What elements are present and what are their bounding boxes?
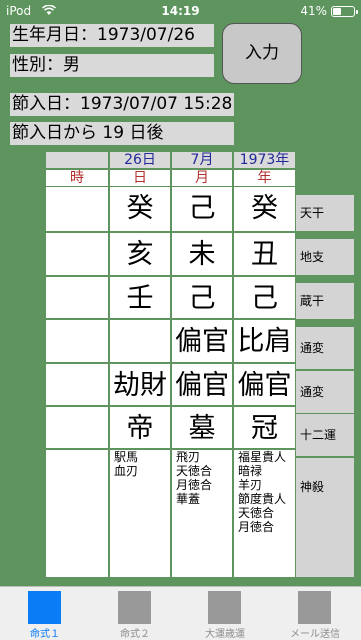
- shinsatsu-day: 駅馬 血刃: [114, 450, 139, 478]
- tenkan-hour: [46, 187, 108, 231]
- zoukan-day: 壬: [126, 283, 154, 314]
- juuniun-hour: [46, 407, 108, 451]
- chishi-month: 未: [188, 239, 216, 270]
- pillar-header-month: 月: [172, 170, 232, 186]
- row-label-juuniun: 十二運: [296, 414, 354, 456]
- tsuhen2-year: 偏官: [237, 370, 292, 401]
- square-tab-icon: [208, 591, 241, 624]
- grid-line: [108, 187, 110, 577]
- input-button[interactable]: 入力: [222, 23, 302, 84]
- tab-label: メール送信: [290, 629, 340, 640]
- zoukan-hour: [46, 277, 108, 321]
- date-header-month: 7月: [172, 152, 232, 168]
- status-bar: iPod 14:19 41%: [0, 0, 361, 22]
- tab-mail[interactable]: メール送信: [270, 587, 360, 640]
- birth-date-label: 生年月日：1973/07/26: [10, 24, 214, 47]
- tab-label: 大運歳運: [205, 629, 245, 640]
- tsuhen1-day: [110, 320, 170, 364]
- tenkan-day: 癸: [126, 193, 154, 224]
- juuniun-day: 帝: [126, 413, 154, 444]
- chishi-year: 丑: [251, 239, 278, 270]
- row-label-tsuhen1: 通変: [296, 327, 354, 369]
- row-label-zoukan: 蔵干: [296, 283, 354, 319]
- tab-meishiki2[interactable]: 命式２: [90, 587, 180, 640]
- tsuhen2-day: 劫財: [113, 370, 167, 401]
- date-header-year: 1973年: [234, 152, 295, 168]
- juuniun-month: 墓: [188, 413, 216, 444]
- square-tab-icon: [28, 591, 61, 624]
- tab-taiun[interactable]: 大運歳運: [180, 587, 270, 640]
- grid-line: [170, 187, 172, 577]
- setsunyu-date-label: 節入日：1973/07/07 15:28: [10, 93, 234, 116]
- row-label-tsuhen2: 通変: [296, 371, 354, 413]
- sex-label: 性別：男: [10, 54, 214, 77]
- zoukan-month: 己: [188, 283, 216, 314]
- tsuhen2-hour: [46, 364, 108, 408]
- tsuhen1-month: 偏官: [175, 326, 229, 357]
- tenkan-year: 癸: [251, 193, 278, 224]
- tab-meishiki1[interactable]: 命式１: [0, 587, 90, 640]
- battery-percent: 41%: [300, 4, 327, 18]
- tsuhen1-hour: [46, 320, 108, 364]
- shinsatsu-month: 飛刃 天徳合 月徳合 華蓋: [176, 450, 213, 506]
- pillar-header-day: 日: [110, 170, 170, 186]
- chishi-day: 亥: [126, 239, 154, 270]
- row-label-chishi: 地支: [296, 239, 354, 275]
- battery-icon: [331, 6, 358, 17]
- date-header-hour: [46, 152, 108, 168]
- date-header-day: 26日: [110, 152, 170, 168]
- tab-label: 命式１: [30, 629, 60, 640]
- tab-bar: 命式１ 命式２ 大運歳運 メール送信: [0, 586, 361, 640]
- zoukan-year: 己: [251, 283, 278, 314]
- row-label-shinsatsu: 神殺: [296, 458, 354, 577]
- pillar-header-hour: 時: [46, 170, 108, 186]
- shinsatsu-year: 福星貴人 暗禄 羊刃 節度貴人 天徳合 月徳合: [238, 450, 287, 534]
- shinsatsu-hour: [46, 450, 108, 577]
- pillar-header-year: 年: [234, 170, 295, 186]
- juuniun-year: 冠: [251, 413, 278, 444]
- tab-label: 命式２: [120, 629, 150, 640]
- battery-fill: [333, 8, 341, 15]
- square-tab-icon: [298, 591, 331, 624]
- chishi-hour: [46, 233, 108, 277]
- grid-line: [232, 187, 234, 577]
- tsuhen2-month: 偏官: [175, 370, 229, 401]
- tsuhen1-year: 比肩: [237, 326, 292, 357]
- tenkan-month: 己: [188, 193, 216, 224]
- days-after-label: 節入日から 19 日後: [10, 122, 234, 145]
- square-tab-icon: [118, 591, 151, 624]
- meishiki-table: 癸 己 癸 亥 未 丑 壬 己 己 偏官 比肩 劫財 偏官 偏官 帝 墓 冠 駅…: [46, 187, 295, 577]
- row-label-tenkan: 天干: [296, 195, 354, 231]
